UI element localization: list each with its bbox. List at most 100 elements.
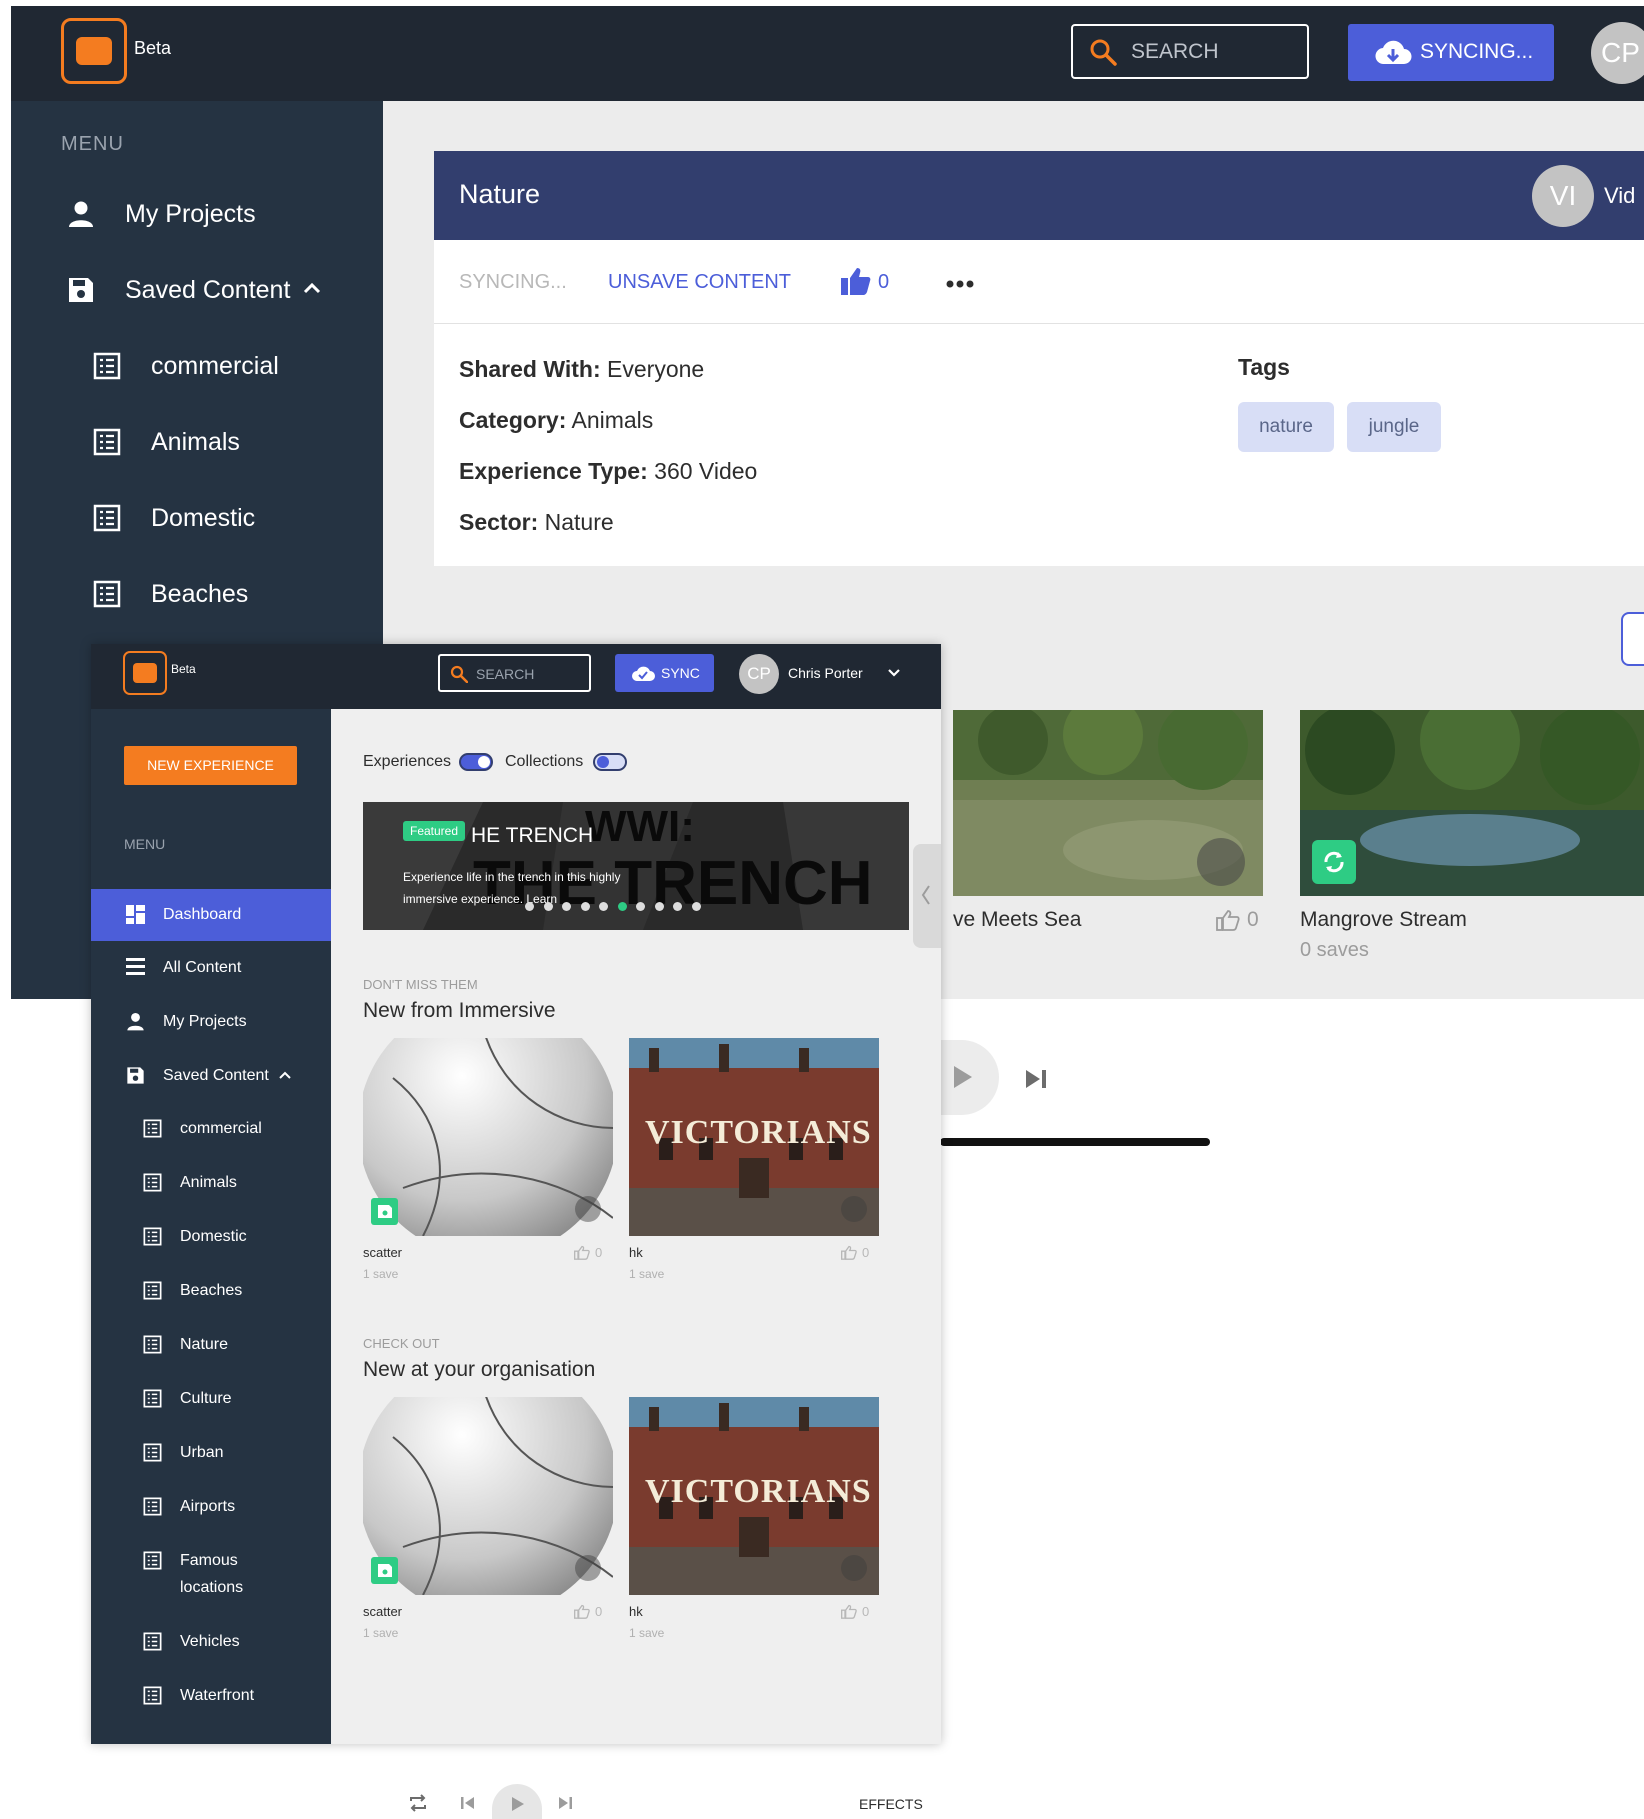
sidebar-item-domestic[interactable]: Domestic bbox=[91, 1211, 331, 1263]
carousel-dot[interactable] bbox=[673, 902, 682, 911]
sidebar-item-dashboard[interactable]: Dashboard bbox=[91, 889, 331, 941]
list-icon bbox=[143, 1173, 162, 1192]
chevron-down-icon[interactable] bbox=[887, 668, 901, 678]
carousel-dot[interactable] bbox=[599, 902, 608, 911]
sidebar-item-animals[interactable]: Animals bbox=[91, 1157, 331, 1209]
sidebar-item-vehicles[interactable]: Vehicles bbox=[91, 1616, 331, 1668]
sync-button[interactable]: SYNC bbox=[615, 654, 714, 692]
thumbs-up-outline-icon[interactable] bbox=[574, 1245, 590, 1260]
save-icon[interactable] bbox=[371, 1198, 398, 1225]
thumbnail-mangrove-stream[interactable] bbox=[1300, 710, 1644, 896]
media-player: EFFECTS bbox=[400, 1784, 930, 1819]
collections-toggle[interactable] bbox=[593, 753, 627, 771]
repeat-icon[interactable] bbox=[408, 1793, 428, 1813]
thumbs-up-outline-icon[interactable] bbox=[574, 1604, 590, 1619]
more-icon[interactable] bbox=[575, 1196, 601, 1222]
effects-button[interactable]: EFFECTS bbox=[859, 1796, 923, 1812]
more-icon[interactable] bbox=[946, 280, 974, 288]
experiences-toggle[interactable] bbox=[459, 753, 493, 771]
sector-label: Sector: bbox=[459, 509, 539, 535]
sidebar-item-saved-content[interactable]: Saved Content bbox=[11, 260, 383, 320]
content-tile-scatter[interactable] bbox=[363, 1038, 613, 1236]
sidebar-item-commercial[interactable]: commercial bbox=[91, 1103, 331, 1155]
unsave-content-button[interactable]: UNSAVE CONTENT bbox=[608, 271, 791, 294]
carousel-dot[interactable] bbox=[543, 902, 553, 911]
tag-chip[interactable]: nature bbox=[1238, 402, 1334, 452]
featured-banner[interactable]: WWI: THE TRENCH Featured HE TRENCH Exper… bbox=[363, 802, 909, 930]
sidebar-item-all-content[interactable]: All Content bbox=[91, 942, 331, 994]
sidebar-item-label: Saved Content bbox=[125, 276, 291, 304]
sidebar-item-famous-locations[interactable]: Famous locations bbox=[91, 1535, 331, 1599]
sidebar-item-airports[interactable]: Airports bbox=[91, 1481, 331, 1533]
category-label: Category: bbox=[459, 407, 567, 433]
sidebar-item-beaches[interactable]: Beaches bbox=[11, 564, 383, 624]
more-icon[interactable] bbox=[1197, 838, 1245, 886]
content-tile-hk[interactable]: VICTORIANS bbox=[629, 1038, 879, 1236]
sidebar-item-saved-content[interactable]: Saved Content bbox=[91, 1050, 331, 1102]
menu-label: MENU bbox=[124, 836, 166, 852]
avatar[interactable]: CP bbox=[739, 654, 779, 694]
experiences-label: Experiences bbox=[363, 753, 452, 770]
tile-likes: 0 bbox=[595, 1245, 603, 1260]
sidebar-item-culture[interactable]: Culture bbox=[91, 1373, 331, 1425]
thumbs-up-icon[interactable] bbox=[840, 266, 872, 296]
view-toggle-button[interactable] bbox=[1621, 612, 1644, 666]
background-player bbox=[940, 1040, 1640, 1160]
carousel-dot[interactable] bbox=[636, 902, 645, 911]
sector-row: Sector: Nature bbox=[459, 509, 614, 536]
carousel-dot[interactable] bbox=[562, 902, 571, 911]
card-title: Nature bbox=[459, 179, 541, 209]
victorians-title-text: VICTORIANS bbox=[645, 1114, 872, 1151]
carousel-dot[interactable] bbox=[617, 902, 627, 911]
collapse-panel-tab[interactable] bbox=[913, 844, 941, 948]
carousel-dot[interactable] bbox=[691, 902, 701, 911]
sidebar-item-beaches[interactable]: Beaches bbox=[91, 1265, 331, 1317]
avatar[interactable]: CP bbox=[1591, 22, 1644, 84]
carousel-dot[interactable] bbox=[525, 902, 534, 911]
sidebar-item-animals[interactable]: Animals bbox=[11, 412, 383, 472]
more-icon[interactable] bbox=[575, 1555, 601, 1581]
skip-next-icon[interactable] bbox=[557, 1795, 573, 1811]
sidebar-item-label: Airports bbox=[180, 1498, 236, 1515]
logo[interactable] bbox=[123, 651, 167, 695]
progress-bar[interactable] bbox=[940, 1138, 1210, 1146]
search-icon bbox=[1090, 39, 1117, 66]
owner-avatar[interactable]: VI bbox=[1532, 165, 1594, 227]
thumbs-up-outline-icon[interactable] bbox=[841, 1245, 857, 1260]
thumbs-up-outline-icon[interactable] bbox=[1216, 909, 1240, 931]
more-icon[interactable] bbox=[841, 1555, 867, 1581]
save-icon[interactable] bbox=[371, 1557, 398, 1584]
save-icon bbox=[127, 1067, 144, 1084]
carousel-dot[interactable] bbox=[654, 902, 664, 911]
logo[interactable] bbox=[61, 18, 127, 84]
skip-next-icon[interactable] bbox=[1024, 1068, 1048, 1090]
sidebar-item-commercial[interactable]: commercial bbox=[11, 336, 383, 396]
search-input[interactable]: SEARCH bbox=[1071, 24, 1309, 79]
play-button[interactable] bbox=[940, 1040, 999, 1115]
play-button[interactable] bbox=[492, 1784, 542, 1819]
content-tile-hk[interactable]: VICTORIANS bbox=[629, 1397, 879, 1595]
skip-previous-icon[interactable] bbox=[460, 1795, 476, 1811]
search-input[interactable]: SEARCH bbox=[438, 654, 591, 692]
new-experience-button[interactable]: NEW EXPERIENCE bbox=[124, 746, 297, 785]
thumbnail-title: ve Meets Sea bbox=[953, 908, 1082, 931]
tag-chip[interactable]: jungle bbox=[1347, 402, 1441, 452]
sidebar-item-my-projects[interactable]: My Projects bbox=[91, 996, 331, 1048]
sidebar-item-my-projects[interactable]: My Projects bbox=[11, 184, 383, 244]
content-tile-scatter[interactable] bbox=[363, 1397, 613, 1595]
like-count: 0 bbox=[1247, 908, 1259, 931]
user-icon bbox=[127, 1013, 144, 1031]
sidebar-item-label: Culture bbox=[180, 1390, 232, 1407]
more-icon[interactable] bbox=[841, 1196, 867, 1222]
sidebar-item-domestic[interactable]: Domestic bbox=[11, 488, 383, 548]
sync-button[interactable]: SYNCING... bbox=[1348, 24, 1554, 81]
thumbs-up-outline-icon[interactable] bbox=[841, 1604, 857, 1619]
list-icon bbox=[143, 1551, 162, 1570]
user-name[interactable]: Chris Porter bbox=[788, 665, 863, 681]
sidebar-item-urban[interactable]: Urban bbox=[91, 1427, 331, 1479]
carousel-dot[interactable] bbox=[580, 902, 590, 911]
thumbnail-mangrove-sea[interactable] bbox=[953, 710, 1263, 896]
experience-type-label: Experience Type: bbox=[459, 458, 648, 484]
sidebar-item-nature[interactable]: Nature bbox=[91, 1319, 331, 1371]
sidebar-item-waterfront[interactable]: Waterfront bbox=[91, 1670, 331, 1722]
